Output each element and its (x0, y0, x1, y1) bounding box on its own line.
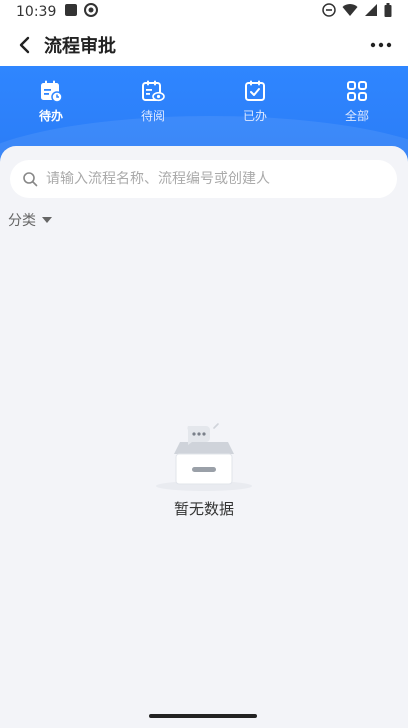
search-icon (23, 172, 38, 187)
more-button[interactable] (366, 33, 396, 57)
content-area: 分类 暂无数据 (0, 146, 408, 706)
back-button[interactable] (12, 33, 36, 57)
tab-bar: 待办 待阅 已办 全部 (0, 66, 408, 136)
page-title: 流程审批 (44, 36, 116, 57)
app-notification-icon (84, 3, 99, 21)
cell-signal-icon (364, 3, 378, 21)
notification-square-icon (64, 3, 78, 21)
tab-to-read-label: 待阅 (140, 108, 165, 123)
tab-pending[interactable]: 待办 (0, 66, 102, 136)
search-input[interactable] (46, 171, 385, 187)
grid-icon (347, 80, 367, 101)
tab-to-read[interactable]: 待阅 (102, 66, 204, 136)
empty-box-icon (156, 423, 252, 491)
tab-done[interactable]: 已办 (204, 66, 306, 136)
status-bar: 10:39 (0, 0, 408, 24)
caret-down-icon (42, 217, 52, 223)
home-indicator[interactable] (149, 714, 257, 718)
app-bar: 流程审批 (0, 24, 408, 66)
category-label: 分类 (8, 213, 36, 229)
empty-state-text: 暂无数据 (173, 500, 234, 518)
calendar-eye-icon (142, 80, 165, 101)
empty-state: 暂无数据 (0, 422, 408, 519)
calendar-clock-icon (41, 80, 63, 103)
search-bar[interactable] (10, 160, 397, 198)
battery-icon (384, 3, 392, 21)
wifi-icon (342, 3, 358, 21)
do-not-disturb-icon (322, 3, 336, 21)
tab-done-label: 已办 (242, 108, 267, 123)
tab-all-label: 全部 (344, 108, 369, 123)
tab-all[interactable]: 全部 (306, 66, 408, 136)
calendar-check-icon (245, 80, 265, 101)
category-filter[interactable]: 分类 (8, 210, 52, 230)
chevron-left-icon (19, 36, 30, 54)
tab-pending-label: 待办 (38, 108, 63, 123)
more-dots-icon (370, 42, 392, 48)
status-time: 10:39 (16, 4, 57, 20)
